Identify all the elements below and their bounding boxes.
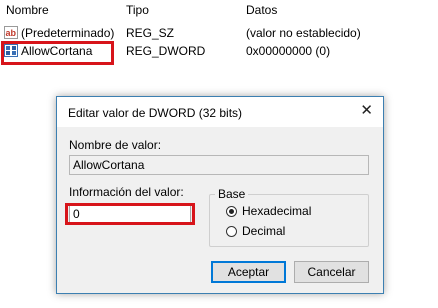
close-icon[interactable]: ✕: [360, 103, 373, 119]
ok-button[interactable]: Aceptar: [211, 261, 286, 283]
highlight-box: [1, 41, 114, 65]
list-item[interactable]: ab (Predeterminado) REG_SZ (valor no est…: [0, 24, 438, 42]
value-data-label: Información del valor:: [69, 185, 184, 199]
value-name-field[interactable]: AllowCortana: [69, 155, 369, 175]
base-label: Base: [215, 187, 249, 201]
radio-decimal[interactable]: Decimal: [226, 223, 285, 239]
radio-label: Hexadecimal: [242, 204, 312, 218]
string-value-icon: ab: [4, 26, 18, 39]
value-name-label: Nombre de valor:: [69, 138, 162, 152]
edit-dword-dialog: Editar valor de DWORD (32 bits) ✕ Nombre…: [56, 96, 384, 294]
value-data: 0x00000000 (0): [246, 44, 331, 58]
dialog-titlebar[interactable]: Editar valor de DWORD (32 bits) ✕: [57, 97, 383, 127]
dialog-title: Editar valor de DWORD (32 bits): [68, 106, 243, 120]
column-header-data[interactable]: Datos: [246, 3, 277, 17]
column-header-type[interactable]: Tipo: [126, 3, 149, 17]
highlight-box: [65, 203, 195, 225]
base-groupbox: [209, 194, 369, 247]
radio-label: Decimal: [242, 224, 286, 238]
radio-button-selected[interactable]: [226, 205, 237, 217]
value-data: (valor no establecido): [246, 26, 361, 40]
value-type: REG_DWORD: [126, 44, 206, 58]
svg-text:ab: ab: [6, 28, 17, 38]
column-header-name[interactable]: Nombre: [6, 3, 49, 17]
value-name: (Predeterminado): [21, 26, 115, 40]
value-type: REG_SZ: [126, 26, 175, 40]
radio-button[interactable]: [226, 225, 237, 237]
radio-hexadecimal[interactable]: Hexadecimal: [226, 203, 311, 219]
cancel-button[interactable]: Cancelar: [294, 261, 369, 283]
